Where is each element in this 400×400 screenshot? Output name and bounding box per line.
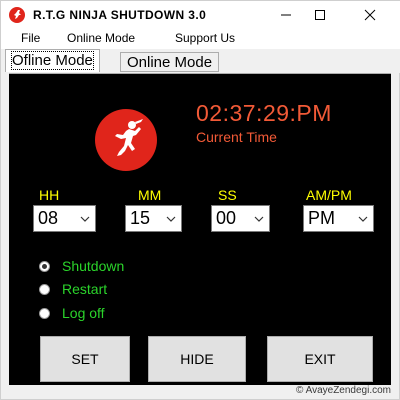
logoff-radio[interactable]	[39, 308, 50, 319]
menu-online-mode[interactable]: Online Mode	[67, 31, 135, 45]
hour-label: HH	[39, 187, 60, 203]
minimize-icon	[281, 14, 291, 16]
title-bar[interactable]: R.T.G NINJA SHUTDOWN 3.0	[1, 1, 400, 29]
second-label: SS	[218, 187, 237, 203]
close-button[interactable]	[347, 1, 393, 29]
chevron-down-icon	[254, 216, 264, 222]
hide-button[interactable]: HIDE	[148, 336, 246, 382]
tab-online-mode[interactable]: Online Mode	[120, 52, 220, 72]
ninja-logo-icon	[9, 7, 25, 23]
current-time-display: 02:37:29:PM	[196, 100, 332, 126]
hour-select-value: 08	[38, 208, 59, 228]
menu-support-us[interactable]: Support Us	[175, 31, 235, 45]
close-icon	[364, 9, 376, 21]
tab-offline-mode[interactable]: Ofline Mode	[5, 49, 100, 72]
offline-mode-panel: 02:37:29:PM Current Time HH MM SS AM/PM …	[9, 73, 391, 385]
restart-radio[interactable]	[39, 284, 50, 295]
watermark: © AvayeZendegi.com	[295, 385, 391, 396]
tab-strip: Ofline Mode Online Mode	[1, 49, 400, 73]
minute-select-value: 15	[130, 208, 151, 228]
maximize-icon	[315, 10, 325, 20]
hour-select[interactable]: 08	[33, 205, 96, 232]
minute-select[interactable]: 15	[125, 205, 182, 232]
menu-file[interactable]: File	[21, 31, 40, 45]
tab-online-mode-label: Online Mode	[127, 54, 213, 71]
tab-offline-mode-label: Ofline Mode	[11, 51, 94, 70]
ampm-select[interactable]: PM	[303, 205, 374, 232]
menu-bar: File Online Mode Support Us	[1, 29, 400, 49]
second-select[interactable]: 00	[211, 205, 270, 232]
chevron-down-icon	[80, 216, 90, 222]
ampm-select-value: PM	[308, 208, 335, 228]
ninja-logo	[95, 109, 157, 171]
minute-label: MM	[138, 187, 162, 203]
chevron-down-icon	[166, 216, 176, 222]
set-button[interactable]: SET	[40, 336, 130, 382]
chevron-down-icon	[358, 216, 368, 222]
exit-button[interactable]: EXIT	[267, 336, 373, 382]
second-select-value: 00	[216, 208, 237, 228]
maximize-button[interactable]	[297, 1, 343, 29]
ninja-icon	[115, 119, 143, 156]
shutdown-label: Shutdown	[62, 258, 125, 274]
window-title: R.T.G NINJA SHUTDOWN 3.0	[33, 8, 207, 22]
restart-label: Restart	[62, 281, 108, 297]
shutdown-radio[interactable]	[39, 261, 50, 272]
ampm-label: AM/PM	[306, 187, 352, 203]
app-window: R.T.G NINJA SHUTDOWN 3.0 File Online Mod…	[0, 0, 400, 400]
logoff-label: Log off	[62, 305, 105, 321]
current-time-label: Current Time	[196, 129, 277, 145]
